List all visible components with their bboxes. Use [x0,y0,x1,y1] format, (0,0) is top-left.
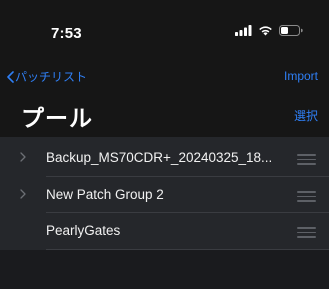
list-item-label: New Patch Group 2 [46,187,164,202]
cellular-signal-icon [235,25,252,36]
screen: 7:53 パッチリスト Import プール 選択 Backup_MS70CDR… [0,0,329,289]
select-button[interactable]: 選択 [294,107,318,124]
back-button-label: パッチリスト [15,70,88,84]
reorder-handle-icon[interactable] [297,227,316,241]
chevron-right-icon[interactable] [20,152,26,162]
status-time: 7:53 [51,25,82,42]
reorder-handle-icon[interactable] [297,191,316,205]
list-item[interactable]: New Patch Group 2 [0,177,329,214]
chevron-left-icon [7,70,14,83]
list-empty-area [0,250,329,289]
list-item[interactable]: PearlyGates [0,213,329,250]
list-item[interactable]: Backup_MS70CDR+_20240325_18... [0,140,329,177]
status-icons [235,25,303,36]
battery-icon [279,25,303,36]
row-divider [46,249,329,250]
list-item-label: Backup_MS70CDR+_20240325_18... [46,150,273,165]
list-item-label: PearlyGates [46,223,121,238]
wifi-icon [259,26,272,36]
page-title: プール [21,105,93,131]
reorder-handle-icon[interactable] [297,154,316,168]
chevron-right-icon[interactable] [20,189,26,199]
import-button[interactable]: Import [284,69,318,83]
back-button[interactable]: パッチリスト [7,68,87,85]
